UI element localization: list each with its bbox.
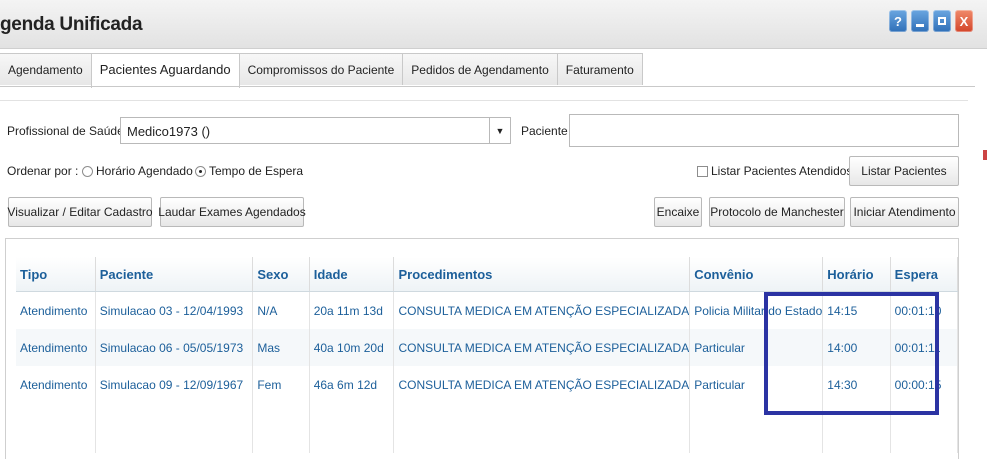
tab-pacientes-aguardando[interactable]: Pacientes Aguardando (90, 53, 240, 88)
order-option-scheduled-label: Horário Agendado (96, 164, 193, 178)
cell-procedimentos: CONSULTA MEDICA EM ATENÇÃO ESPECIALIZADA (393, 329, 691, 366)
cell-sexo: N/A (252, 291, 310, 329)
professional-select[interactable]: Medico1973 () ▼ (120, 117, 511, 144)
col-header-paciente[interactable]: Paciente (95, 257, 254, 292)
report-scheduled-exams-button[interactable]: Laudar Exames Agendados (158, 197, 306, 227)
col-header-convenio[interactable]: Convênio (689, 257, 824, 292)
view-edit-record-button[interactable]: Visualizar / Editar Cadastro (7, 197, 153, 227)
list-patients-button[interactable]: Listar Pacientes (849, 156, 959, 186)
table-header-row: Tipo Paciente Sexo Idade Procedimentos C… (16, 257, 959, 292)
highlight-box (764, 292, 939, 415)
manchester-protocol-button[interactable]: Protocolo de Manchester (709, 197, 845, 227)
tab-agendamento[interactable]: Agendamento (0, 53, 92, 85)
title-bar: genda Unificada ? X (0, 0, 987, 49)
close-button[interactable]: X (955, 10, 973, 32)
tab-compromissos-do-paciente[interactable]: Compromissos do Paciente (238, 53, 404, 85)
cell-procedimentos: CONSULTA MEDICA EM ATENÇÃO ESPECIALIZADA (393, 366, 691, 403)
list-attended-label: Listar Pacientes Atendidos (711, 164, 853, 178)
minimize-icon (916, 23, 924, 27)
cell-sexo: Fem (252, 366, 310, 403)
dropdown-arrow-icon[interactable]: ▼ (489, 118, 510, 143)
patient-label: Paciente (521, 124, 568, 138)
cell-idade: 46a 6m 12d (309, 366, 395, 403)
cell-tipo: Atendimento (16, 329, 96, 366)
empty-cell (95, 403, 254, 453)
col-header-sexo[interactable]: Sexo (252, 257, 310, 292)
empty-cell (309, 403, 395, 453)
professional-label: Profissional de Saúde (7, 124, 124, 138)
tab-pedidos-de-agendamento[interactable]: Pedidos de Agendamento (402, 53, 558, 85)
cell-tipo: Atendimento (16, 291, 96, 329)
maximize-button[interactable] (933, 10, 951, 32)
cell-paciente: Simulacao 06 - 05/05/1973 (95, 329, 254, 366)
order-radio-wait-time[interactable] (195, 166, 206, 177)
window-title: genda Unificada (0, 14, 143, 35)
cell-idade: 40a 10m 20d (309, 329, 395, 366)
window-controls: ? X (889, 10, 973, 32)
tab-bar: Agendamento Pacientes Aguardando Comprom… (0, 53, 643, 88)
col-header-tipo[interactable]: Tipo (16, 257, 96, 292)
edge-marker (983, 150, 987, 160)
col-header-horario[interactable]: Horário (822, 257, 891, 292)
order-radio-scheduled[interactable] (82, 166, 93, 177)
maximize-icon (938, 17, 946, 25)
professional-select-value: Medico1973 () (127, 124, 211, 139)
cell-sexo: Mas (252, 329, 310, 366)
cell-procedimentos: CONSULTA MEDICA EM ATENÇÃO ESPECIALIZADA (393, 291, 691, 329)
empty-cell (16, 403, 96, 453)
col-header-espera[interactable]: Espera (890, 257, 959, 292)
empty-cell (393, 403, 691, 453)
start-service-button[interactable]: Iniciar Atendimento (850, 197, 959, 227)
cell-tipo: Atendimento (16, 366, 96, 403)
order-option-wait-label: Tempo de Espera (209, 164, 304, 178)
list-attended-checkbox[interactable] (697, 166, 708, 177)
tab-faturamento[interactable]: Faturamento (556, 53, 643, 85)
order-label: Ordenar por : (7, 164, 79, 178)
help-button[interactable]: ? (889, 10, 907, 32)
cell-paciente: Simulacao 09 - 12/09/1967 (95, 366, 254, 403)
col-header-procedimentos[interactable]: Procedimentos (393, 257, 691, 292)
tab-divider (0, 86, 975, 87)
cell-paciente: Simulacao 03 - 12/04/1993 (95, 291, 254, 329)
col-header-idade[interactable]: Idade (309, 257, 395, 292)
patient-input[interactable] (569, 114, 959, 147)
fit-in-button[interactable]: Encaixe (654, 197, 702, 227)
minimize-button[interactable] (911, 10, 929, 32)
cell-idade: 20a 11m 13d (309, 291, 395, 329)
empty-cell (252, 403, 310, 453)
